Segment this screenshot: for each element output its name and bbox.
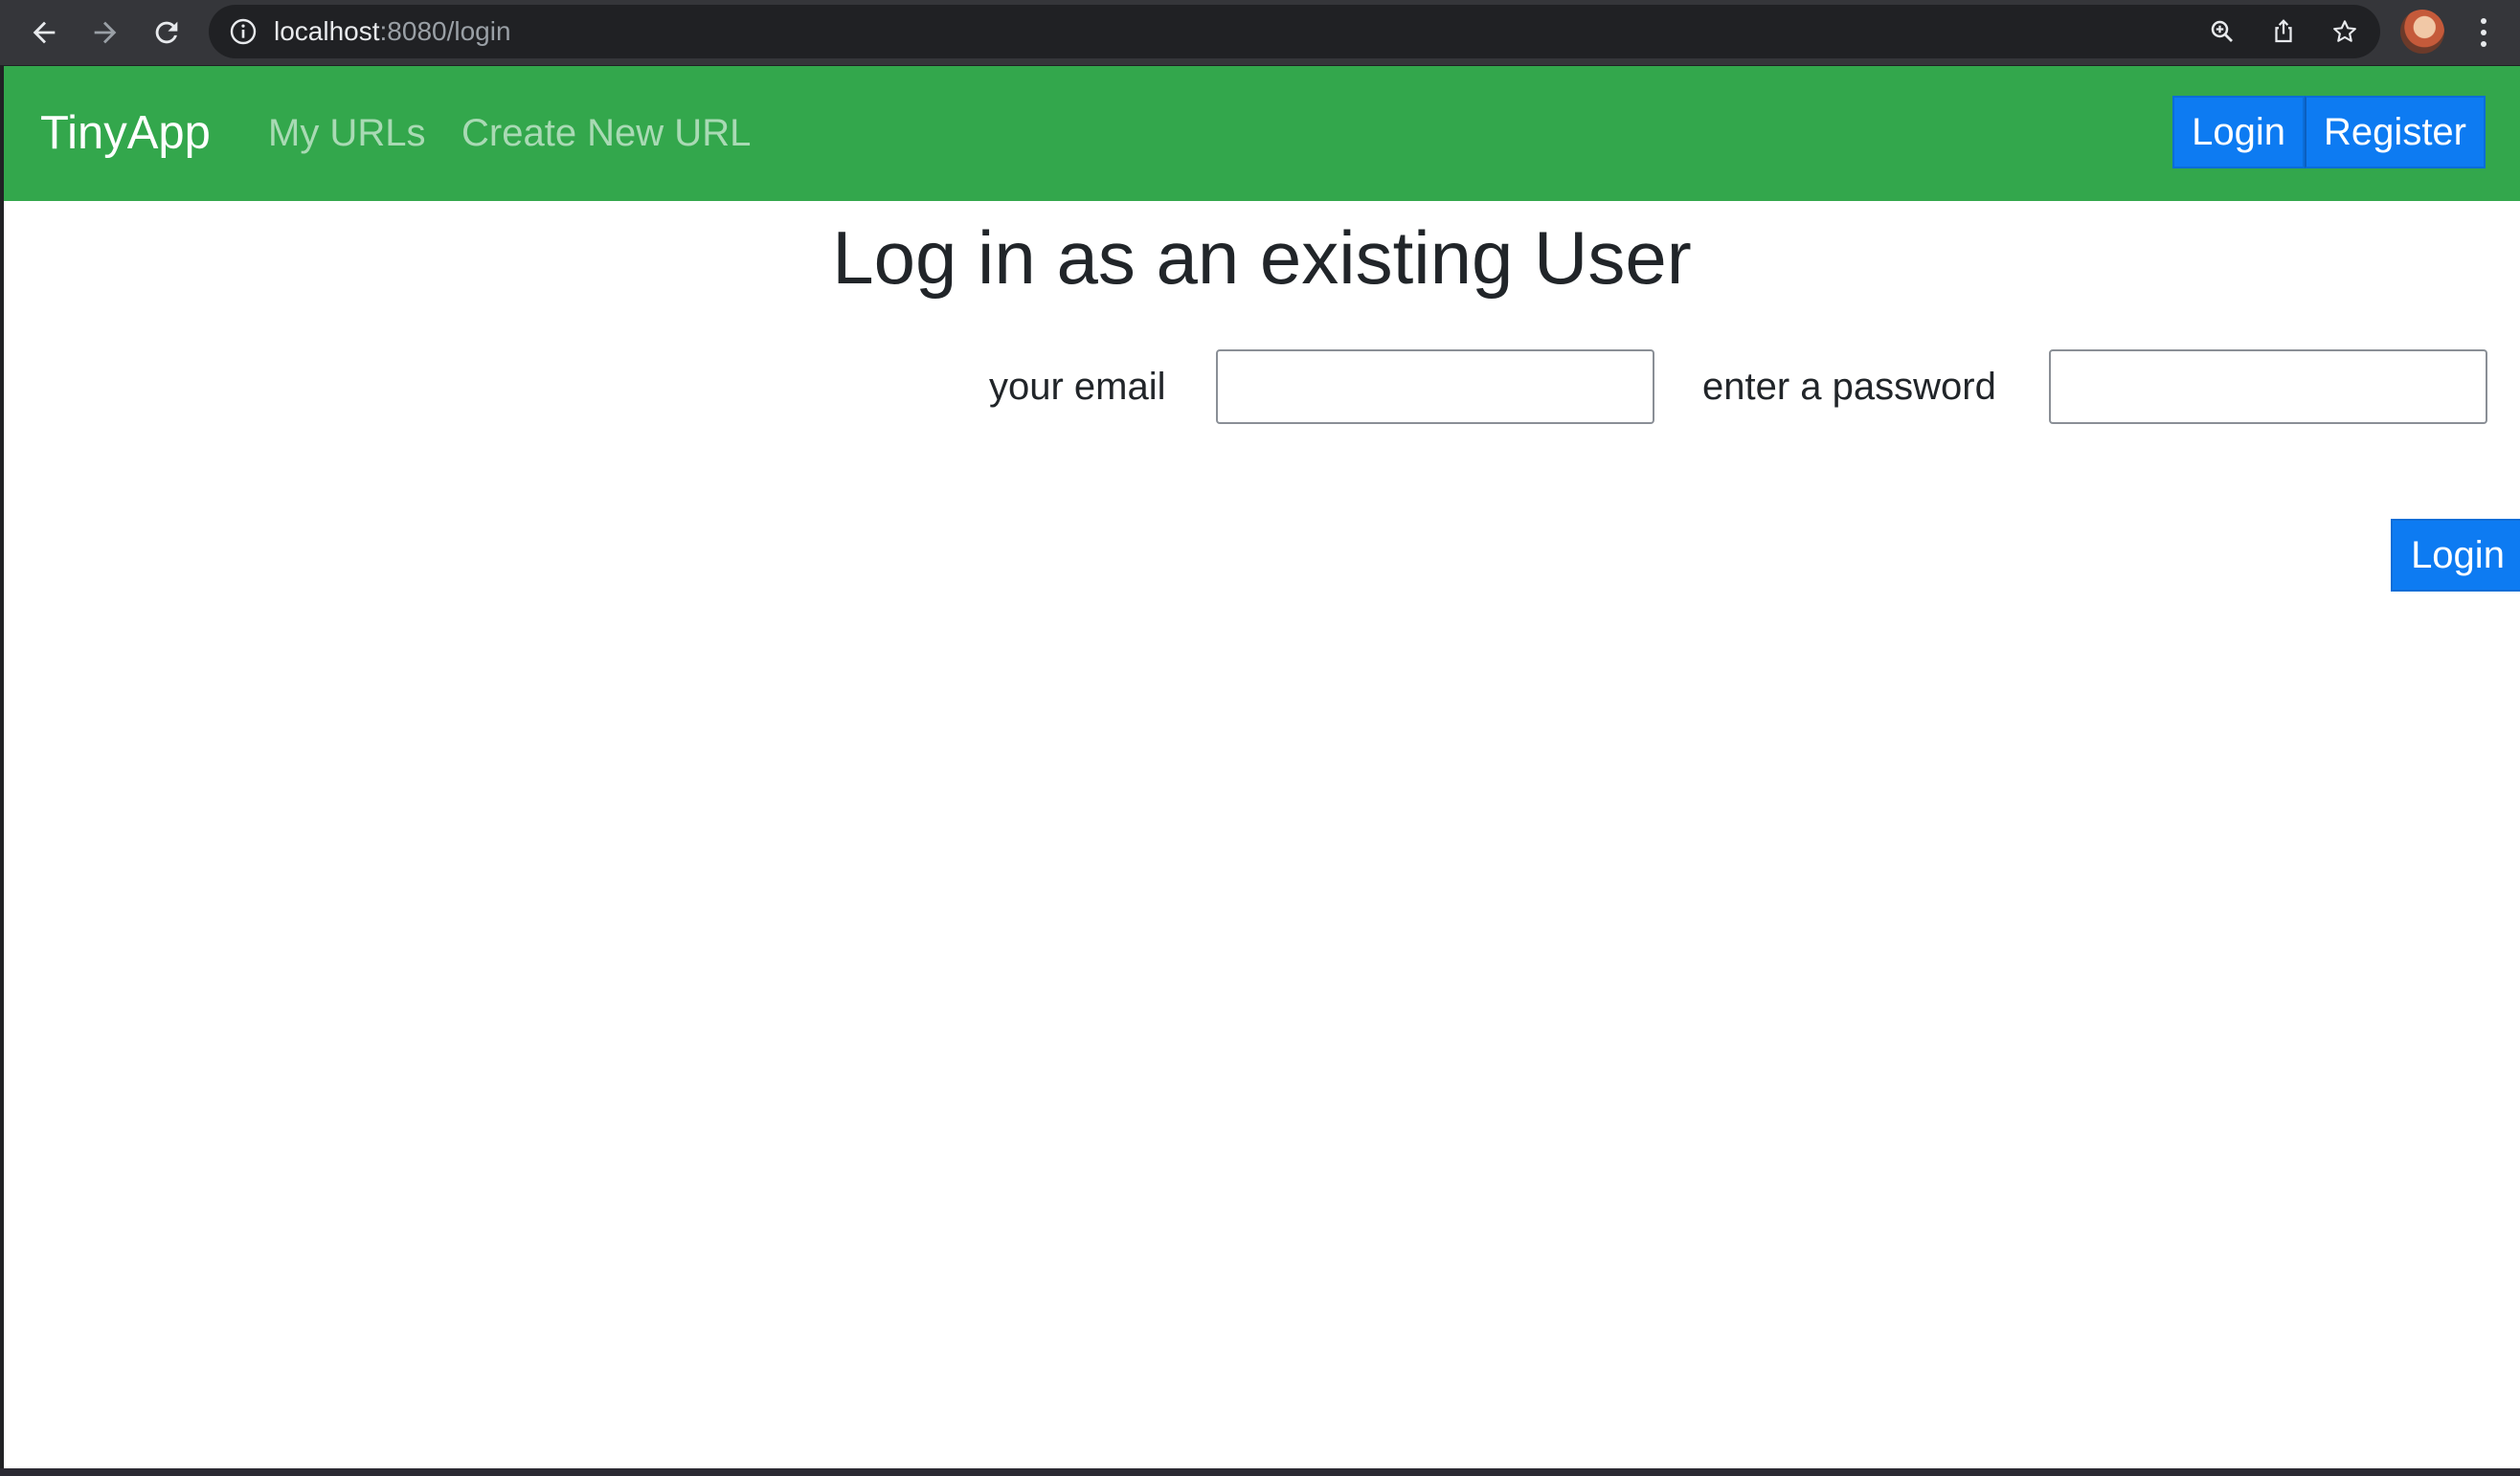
menu-dot: [2481, 18, 2486, 24]
reload-icon: [155, 21, 178, 44]
email-field[interactable]: [1216, 349, 1654, 424]
address-text: localhost:8080/login: [274, 5, 511, 58]
nav-register-button[interactable]: Register: [2305, 96, 2486, 168]
nav-link-my-urls[interactable]: My URLs: [268, 66, 425, 201]
kebab-menu-icon[interactable]: [2470, 11, 2497, 54]
address-bar-actions: [2202, 5, 2365, 58]
bookmark-button[interactable]: [2325, 11, 2365, 52]
nav-link-create-new-url[interactable]: Create New URL: [461, 66, 751, 201]
share-icon: [2275, 19, 2292, 43]
zoom-button[interactable]: [2202, 11, 2242, 52]
auth-button-group: Login Register: [2172, 96, 2486, 168]
share-button[interactable]: [2263, 11, 2304, 52]
url-host: localhost: [274, 16, 380, 46]
login-submit-button[interactable]: Login: [2391, 519, 2520, 592]
reload-button[interactable]: [144, 10, 190, 56]
star-icon: [2333, 20, 2356, 42]
password-field[interactable]: [2049, 349, 2487, 424]
app-navbar: TinyApp My URLs Create New URL Login Reg…: [4, 66, 2520, 201]
forward-arrow-icon: [94, 21, 117, 44]
page-viewport: TinyApp My URLs Create New URL Login Reg…: [4, 66, 2520, 1468]
brand-link[interactable]: TinyApp: [40, 66, 211, 201]
email-label: your email: [989, 366, 1166, 408]
profile-avatar[interactable]: [2400, 10, 2444, 54]
info-icon[interactable]: [228, 16, 259, 47]
back-arrow-icon: [33, 21, 56, 44]
browser-toolbar: localhost:8080/login: [0, 0, 2520, 65]
page-title: Log in as an existing User: [832, 215, 1692, 300]
browser-window: localhost:8080/login TinyApp My URLs Cre…: [0, 0, 2520, 1476]
menu-dot: [2481, 30, 2486, 35]
address-bar[interactable]: localhost:8080/login: [209, 5, 2380, 58]
password-label: enter a password: [1702, 366, 1996, 408]
nav-login-button[interactable]: Login: [2172, 96, 2306, 168]
menu-dot: [2481, 41, 2486, 47]
window-bottom-edge: [0, 1468, 2520, 1476]
back-button[interactable]: [21, 10, 67, 56]
zoom-icon: [2211, 20, 2233, 42]
url-path: :8080/login: [379, 16, 511, 46]
forward-button[interactable]: [82, 10, 128, 56]
